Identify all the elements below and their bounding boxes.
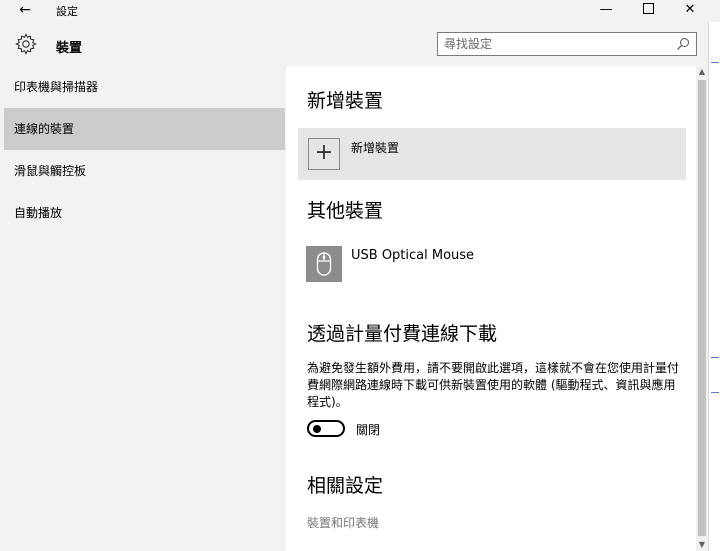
edge-divider (711, 62, 719, 63)
close-button[interactable]: ✕ (670, 0, 710, 22)
other-devices-heading: 其他裝置 (307, 200, 384, 222)
related-settings-heading: 相關設定 (307, 475, 384, 497)
edge-divider (711, 392, 719, 393)
sidebar-item-autoplay[interactable]: 自動播放 (4, 192, 285, 234)
title-bar: ← 設定 — ✕ (0, 0, 720, 22)
search-icon[interactable] (676, 37, 690, 51)
add-device-label: 新增裝置 (351, 141, 400, 155)
page-title: 裝置 (56, 41, 83, 56)
sidebar-item-printers-scanners[interactable]: 印表機與掃描器 (4, 66, 285, 108)
scroll-up-icon[interactable]: ▲ (696, 66, 708, 78)
scroll-thumb[interactable] (698, 80, 706, 536)
edge-divider (711, 357, 719, 358)
metered-download-toggle[interactable] (307, 420, 345, 437)
sidebar-item-connected-devices[interactable]: 連線的裝置 (4, 108, 285, 150)
metered-description: 為避免發生額外費用，請不要開啟此選項，這樣就不會在您使用計量付費網際網路連線時下… (307, 361, 680, 409)
maximize-button[interactable] (628, 0, 668, 22)
search-input[interactable] (444, 36, 664, 52)
toggle-state-label: 關閉 (356, 423, 381, 437)
maximize-icon (642, 3, 654, 14)
search-box[interactable] (437, 32, 697, 56)
device-name[interactable]: USB Optical Mouse (351, 248, 474, 263)
minimize-button[interactable]: — (586, 0, 626, 22)
toggle-knob (313, 425, 321, 433)
scroll-down-icon[interactable]: ▼ (696, 539, 708, 551)
add-device-button[interactable]: + 新增裝置 (298, 128, 686, 180)
page-header: 裝置 (0, 22, 720, 66)
sidebar: 印表機與掃描器 連線的裝置 滑鼠與觸控板 自動播放 (0, 66, 286, 551)
content-pane: 新增裝置 + 新增裝置 其他裝置 USB Optical Mouse 透過計量付… (286, 66, 696, 551)
devices-printers-link[interactable]: 裝置和印表機 (307, 514, 379, 531)
settings-window: ← 設定 — ✕ 裝置 印表機與掃描器 連線的裝置 滑鼠與觸控板 自動播放 新增… (0, 0, 720, 551)
add-devices-heading: 新增裝置 (307, 90, 384, 112)
back-button[interactable]: ← (14, 0, 36, 22)
content-scrollbar[interactable]: ▲ ▼ (696, 66, 708, 551)
window-title: 設定 (56, 5, 78, 18)
sidebar-item-mouse-touchpad[interactable]: 滑鼠與觸控板 (4, 150, 285, 192)
background-window-edge (708, 22, 720, 551)
gear-icon (15, 33, 37, 55)
mouse-icon[interactable] (306, 246, 342, 282)
plus-icon: + (308, 138, 340, 170)
metered-download-heading: 透過計量付費連線下載 (307, 323, 498, 345)
